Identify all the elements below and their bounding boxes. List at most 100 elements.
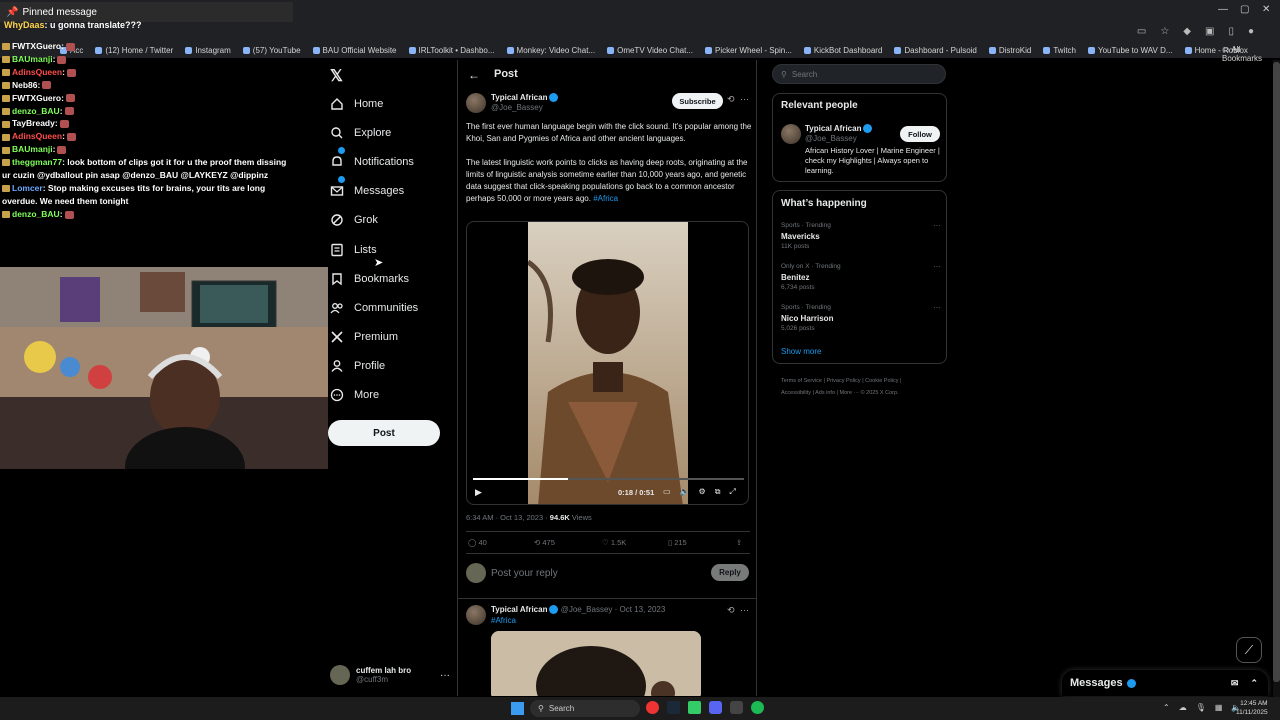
- chat-username[interactable]: BAUmanji: [12, 144, 53, 154]
- grok-icon[interactable]: ⟋: [1236, 637, 1262, 663]
- chat-username[interactable]: FWTXGuero: [12, 41, 61, 51]
- bookmark-item[interactable]: OmeTV Video Chat...: [607, 46, 693, 55]
- captions-icon[interactable]: ▭: [663, 487, 671, 497]
- chat-username[interactable]: BAUmanji: [12, 54, 53, 64]
- post-button[interactable]: Post: [328, 420, 440, 446]
- sidebar-icon[interactable]: ▯: [1228, 26, 1234, 37]
- bookmark-item[interactable]: BAU Official Website: [312, 46, 397, 55]
- chat-username[interactable]: AdinsQueen: [12, 131, 62, 141]
- cast-icon[interactable]: ▭: [1137, 26, 1146, 37]
- compose-icon[interactable]: ✉: [1231, 678, 1239, 689]
- trend-item[interactable]: Only on X · Trending Benitez 6,734 posts ··…: [781, 262, 941, 294]
- reply-author[interactable]: Typical African @Joe_Bassey · Oct 13, 20…: [491, 605, 665, 615]
- play-icon[interactable]: ▶: [475, 487, 482, 498]
- like-action[interactable]: ♡ 1.5K: [602, 538, 626, 547]
- volume-icon[interactable]: 🔈: [680, 487, 690, 497]
- chat-username[interactable]: FWTXGuero: [12, 93, 61, 103]
- minimize-icon[interactable]: —: [1218, 4, 1228, 15]
- close-icon[interactable]: ✕: [1262, 4, 1270, 15]
- back-arrow-icon[interactable]: ←: [468, 68, 480, 82]
- windows-start-icon[interactable]: [511, 702, 524, 715]
- star-icon[interactable]: ☆: [1160, 26, 1169, 37]
- more-options-icon[interactable]: ···: [740, 605, 749, 615]
- show-more-link[interactable]: Show more: [781, 347, 821, 356]
- scrollbar-thumb[interactable]: [1273, 62, 1280, 682]
- nav-item-explore[interactable]: Explore: [326, 120, 391, 146]
- nav-item-lists[interactable]: Lists: [326, 237, 377, 263]
- hashtag-link[interactable]: #Africa: [491, 616, 516, 625]
- author-name[interactable]: Typical African: [491, 93, 559, 103]
- all-bookmarks[interactable]: ▭ All Bookmarks: [1222, 45, 1280, 63]
- network-icon[interactable]: ▦: [1215, 703, 1223, 712]
- settings-icon[interactable]: ⚙: [699, 487, 706, 497]
- steam-icon[interactable]: [667, 701, 680, 714]
- x-logo-icon[interactable]: 𝕏: [330, 66, 343, 86]
- reply-action[interactable]: ◯ 40: [468, 538, 487, 547]
- nav-item-home[interactable]: Home: [326, 91, 383, 117]
- chat-username[interactable]: Neb86: [12, 80, 38, 90]
- avatar[interactable]: [466, 93, 486, 113]
- bookmark-action[interactable]: ▯ 215: [668, 538, 687, 547]
- chat-username[interactable]: denzo_BAU: [12, 106, 60, 116]
- messages-drawer[interactable]: Messages ✉ ⌃: [1062, 670, 1268, 696]
- expand-icon[interactable]: ⌃: [1250, 678, 1258, 689]
- bookmark-item[interactable]: DistroKid: [988, 46, 1031, 55]
- author-handle[interactable]: @Joe_Bassey: [491, 103, 543, 112]
- nav-item-premium[interactable]: Premium: [326, 324, 398, 350]
- nav-item-bookmarks[interactable]: Bookmarks: [326, 266, 409, 292]
- pinned-message-bar[interactable]: 📌 Pinned message: [0, 2, 293, 22]
- chat-username[interactable]: TayBready: [12, 118, 55, 128]
- discord-icon[interactable]: [709, 701, 722, 714]
- hashtag-link[interactable]: #Africa: [593, 194, 618, 203]
- chat-username[interactable]: AdinsQueen: [12, 67, 62, 77]
- cloud-icon[interactable]: ☁: [1179, 703, 1187, 712]
- grok-icon[interactable]: ⟲: [727, 94, 735, 105]
- share-icon[interactable]: ⇪: [736, 538, 742, 547]
- trend-item[interactable]: Sports · Trending Nico Harrison 5,026 post…: [781, 303, 941, 335]
- chat-username[interactable]: Lomcer: [12, 183, 43, 193]
- bookmark-item[interactable]: IRLToolkit • Dashbo...: [408, 46, 495, 55]
- reply-input[interactable]: Post your reply: [491, 568, 558, 579]
- spotify-icon[interactable]: [751, 701, 764, 714]
- nav-item-communities[interactable]: Communities: [326, 295, 418, 321]
- nav-item-more[interactable]: More: [326, 382, 379, 408]
- mic-icon[interactable]: 🎙: [1196, 703, 1206, 712]
- bookmark-item[interactable]: YouTube to WAV D...: [1088, 46, 1173, 55]
- pip-icon[interactable]: ⧉: [715, 487, 721, 497]
- bookmark-item[interactable]: Picker Wheel - Spin...: [704, 46, 792, 55]
- avatar[interactable]: [466, 605, 486, 625]
- person-name[interactable]: Typical African: [805, 124, 873, 134]
- nav-item-messages[interactable]: Messages: [326, 178, 404, 204]
- more-options-icon[interactable]: ···: [933, 221, 941, 232]
- bookmark-item[interactable]: KickBot Dashboard: [803, 46, 882, 55]
- more-options-icon[interactable]: ···: [933, 262, 941, 273]
- nav-item-profile[interactable]: Profile: [326, 353, 385, 379]
- reply-button[interactable]: Reply: [711, 564, 749, 581]
- taskbar-clock[interactable]: 12:45 AM 11/11/2025: [1236, 699, 1268, 717]
- video-player[interactable]: ▶ 0:18 / 0:51 ▭ 🔈 ⚙ ⧉ ⤢: [466, 221, 749, 505]
- repost-action[interactable]: ⟲ 475: [534, 538, 555, 547]
- fullscreen-icon[interactable]: ⤢: [729, 487, 735, 497]
- search-input[interactable]: ⚲ Search: [772, 64, 946, 84]
- app-icon[interactable]: [688, 701, 701, 714]
- grok-icon[interactable]: ⟲: [727, 605, 735, 616]
- account-switcher[interactable]: cuffem lah bro @cuff3m ···: [330, 662, 450, 688]
- profile-icon[interactable]: ●: [1248, 26, 1254, 37]
- avatar[interactable]: [781, 124, 801, 144]
- subscribe-button[interactable]: Subscribe: [672, 93, 723, 109]
- obs-icon[interactable]: [730, 701, 743, 714]
- follow-button[interactable]: Follow: [900, 126, 940, 142]
- post-image[interactable]: [491, 631, 701, 696]
- bookmark-item[interactable]: Twitch: [1043, 46, 1076, 55]
- bookmark-item[interactable]: Monkey: Video Chat...: [506, 46, 595, 55]
- chevron-up-icon[interactable]: ⌃: [1163, 703, 1170, 712]
- chat-username[interactable]: denzo_BAU: [12, 209, 60, 219]
- extension-icon[interactable]: ◆: [1183, 26, 1191, 37]
- more-options-icon[interactable]: ···: [740, 94, 749, 104]
- trend-item[interactable]: Sports · Trending Mavericks 11K posts ···: [781, 221, 941, 253]
- chrome-icon[interactable]: [646, 701, 659, 714]
- video-progress-track[interactable]: [473, 478, 744, 480]
- maximize-icon[interactable]: ▢: [1240, 4, 1249, 15]
- bookmark-item[interactable]: Dashboard - Pulsoid: [894, 46, 977, 55]
- nav-item-grok[interactable]: Grok: [326, 207, 378, 233]
